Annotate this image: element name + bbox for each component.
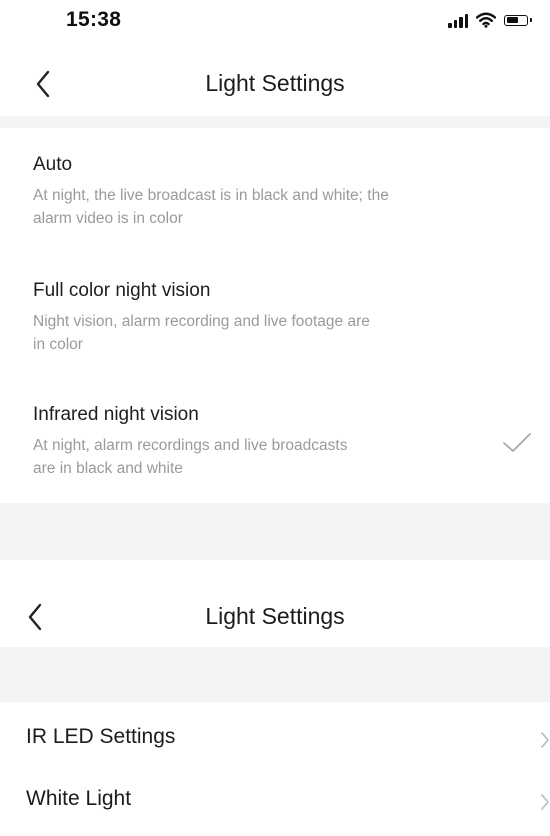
settings-row-ir-led[interactable]: IR LED Settings [0,709,550,771]
status-bar: 15:38 [0,0,550,44]
option-description: At night, alarm recordings and live broa… [33,437,348,477]
option-full-color-night-vision[interactable]: Full color night vision Night vision, al… [0,274,550,374]
page-title: Light Settings [205,603,345,629]
section-divider [0,116,550,128]
nav-bar-bottom: Light Settings [0,583,550,647]
settings-row-label: IR LED Settings [26,725,176,748]
status-icons [448,10,532,30]
signal-icon [448,13,468,28]
option-description: At night, the live broadcast is in black… [33,187,389,227]
option-title: Auto [33,154,73,175]
nav-bar-top: Light Settings [0,52,550,116]
settings-row-white-light[interactable]: White Light [0,771,550,833]
option-title: Full color night vision [33,280,211,301]
chevron-right-icon [541,794,549,810]
settings-row-label: White Light [26,787,132,810]
wifi-icon [476,12,496,28]
status-time: 15:38 [66,8,122,31]
battery-icon [504,14,532,26]
option-infrared-night-vision[interactable]: Infrared night vision At night, alarm re… [0,398,550,498]
chevron-right-icon [541,732,549,748]
option-description: Night vision, alarm recording and live f… [33,313,370,353]
option-title: Infrared night vision [33,404,199,425]
page-title: Light Settings [205,70,345,96]
checkmark-icon [503,433,531,452]
option-auto[interactable]: Auto At night, the live broadcast is in … [0,148,550,248]
section-divider [0,647,550,702]
section-gap [0,503,550,560]
